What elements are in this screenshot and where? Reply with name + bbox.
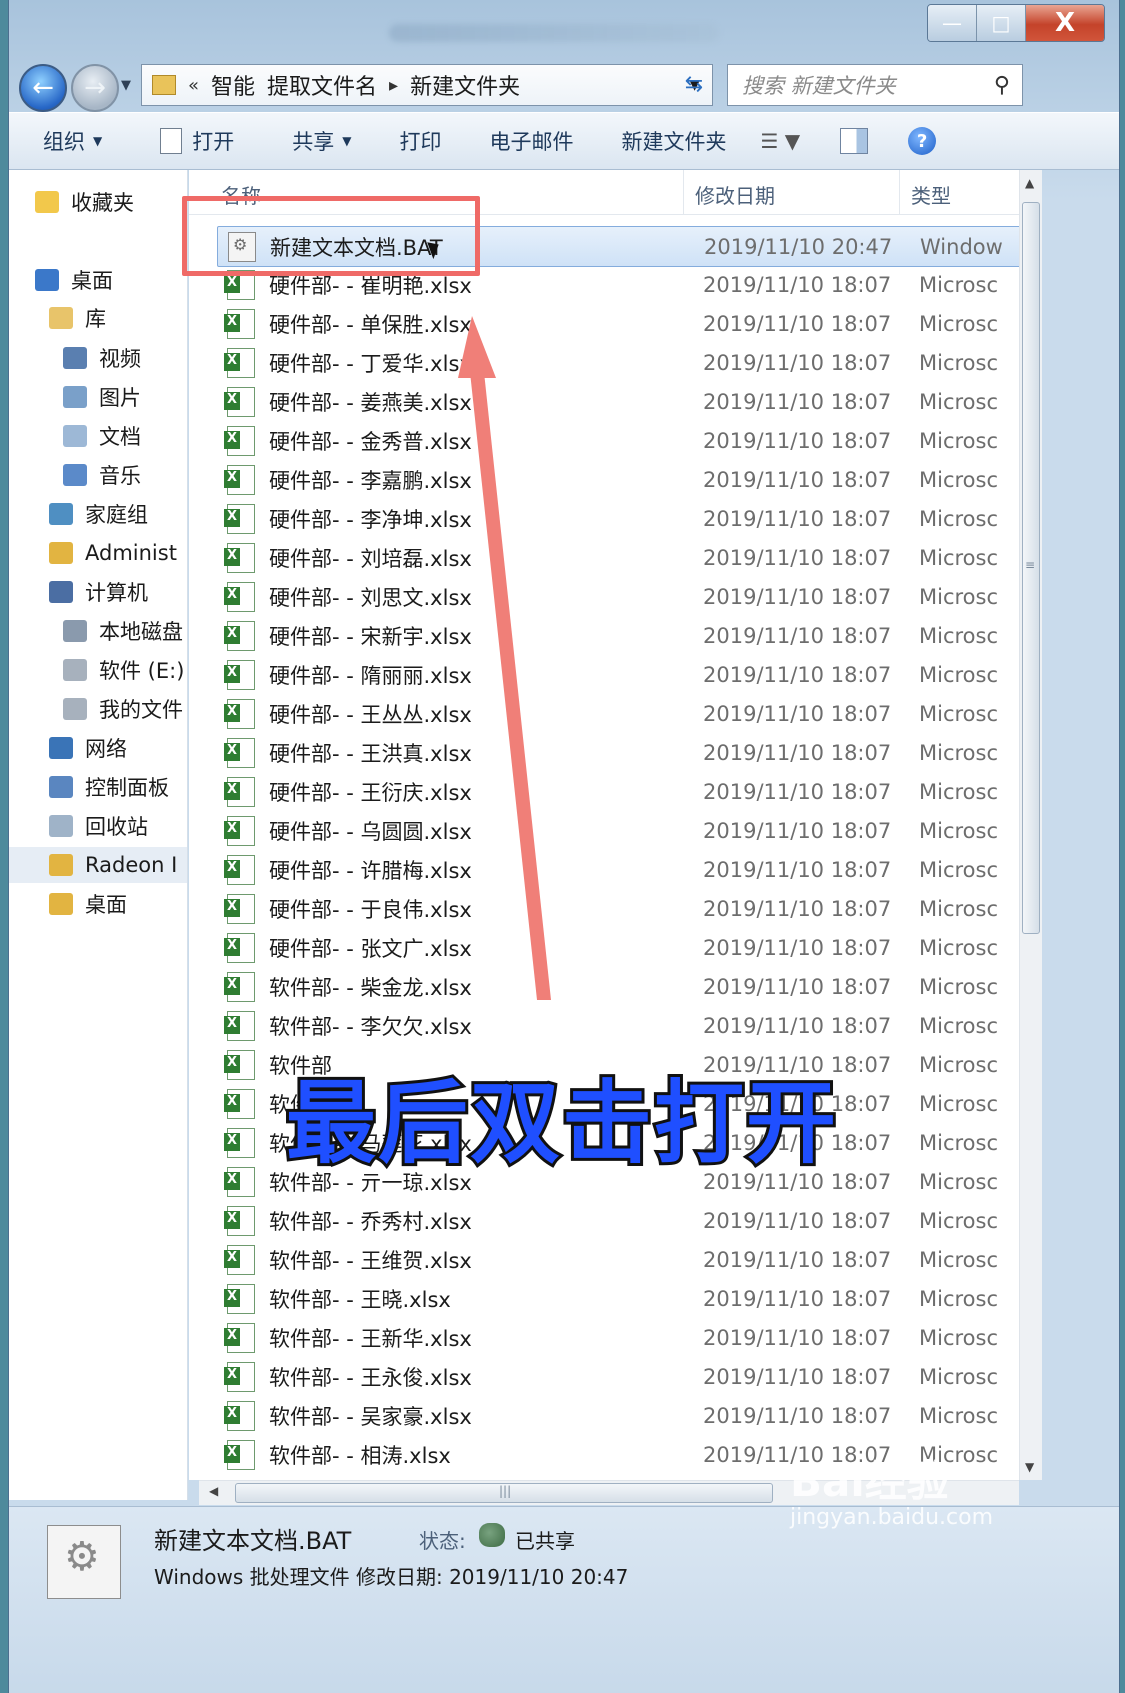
watermark-brand: Bai经验 [790, 1457, 949, 1506]
instruction-caption: 最后双击打开 [283, 1068, 839, 1179]
arrow-head [458, 316, 496, 378]
baidu-watermark: Bai经验 jingyan.baidu.com [790, 1448, 993, 1530]
arrow-shaft [470, 372, 551, 1000]
annotation-arrow [458, 316, 551, 1000]
watermark-url: jingyan.baidu.com [790, 1505, 994, 1530]
